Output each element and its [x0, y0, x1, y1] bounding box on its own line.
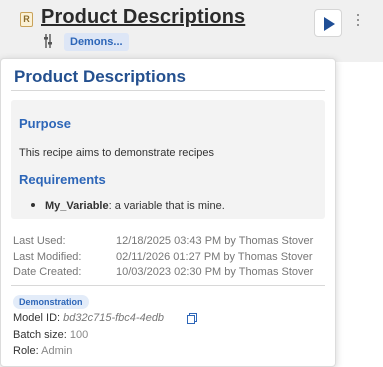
requirement-name: My_Variable	[45, 200, 109, 212]
batch-size-value: 100	[69, 329, 89, 341]
model-id-label: Model ID:	[13, 312, 61, 324]
run-button[interactable]	[314, 9, 342, 37]
sliders-icon[interactable]	[43, 34, 53, 48]
last-modified-label: Last Modified:	[13, 251, 82, 263]
date-created-value: 10/03/2023 02:30 PM by Thomas Stover	[116, 266, 314, 278]
play-icon	[324, 17, 335, 31]
role-value: Admin	[41, 345, 73, 357]
page-title[interactable]: Product Descriptions	[41, 6, 245, 29]
role-row: Role: Admin	[13, 345, 72, 357]
divider	[11, 285, 325, 286]
divider	[11, 90, 325, 91]
model-id-value: bd32c715-fbc4-4edb	[63, 312, 165, 324]
date-created-label: Date Created:	[13, 266, 82, 278]
demonstration-badge: Demonstration	[13, 295, 89, 309]
role-label: Role:	[13, 345, 39, 357]
model-id-row: Model ID: bd32c715-fbc4-4edb	[13, 312, 164, 324]
batch-size-label: Batch size:	[13, 329, 67, 341]
requirements-heading: Requirements	[19, 172, 106, 187]
recipe-info-popover: Product Descriptions Purpose This recipe…	[0, 58, 336, 367]
tag-chip[interactable]: Demons...	[64, 33, 129, 51]
batch-size-row: Batch size: 100	[13, 329, 88, 341]
copy-icon[interactable]	[187, 313, 197, 324]
last-used-value: 12/18/2025 03:43 PM by Thomas Stover	[116, 235, 314, 247]
purpose-heading: Purpose	[19, 116, 72, 131]
purpose-text: This recipe aims to demonstrate recipes	[19, 147, 215, 159]
recipe-file-icon: R	[20, 12, 33, 27]
last-modified-value: 02/11/2026 01:27 PM by Thomas Stover	[116, 251, 313, 263]
bullet-icon	[31, 203, 35, 208]
description-box: Purpose This recipe aims to demonstrate …	[11, 100, 325, 219]
popover-title: Product Descriptions	[14, 67, 186, 86]
last-used-label: Last Used:	[13, 235, 66, 247]
requirement-item: My_Variable: a variable that is mine.	[31, 200, 225, 212]
vertical-dots-icon[interactable]	[356, 14, 360, 32]
requirement-description: : a variable that is mine.	[108, 200, 225, 212]
